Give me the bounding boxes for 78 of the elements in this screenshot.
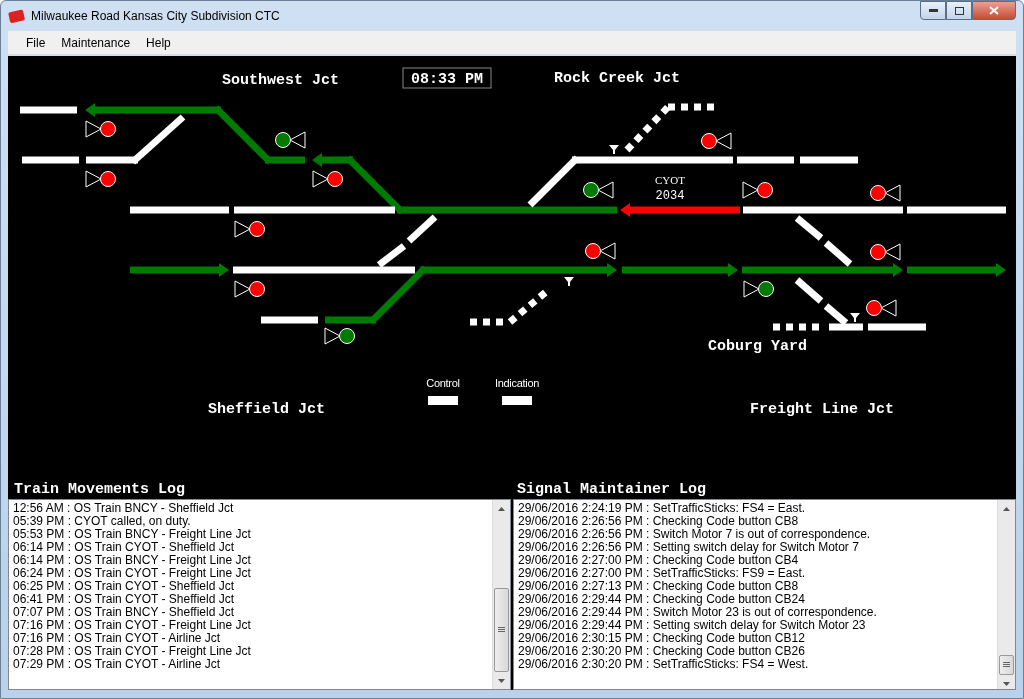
signal-icon[interactable] <box>324 327 355 345</box>
location-label: Rock Creek Jct <box>554 70 681 87</box>
log-title: Signal Maintainer Log <box>516 481 708 498</box>
signal-icon[interactable] <box>234 280 265 298</box>
log-entry: 29/06/2016 2:27:00 PM : SetTrafficSticks: FS9 = East. <box>518 567 807 580</box>
grip-icon <box>498 627 505 633</box>
log-entry: 05:53 PM : OS Train BNCY - Freight Line Jct <box>13 528 252 541</box>
log-entry: 29/06/2016 2:30:20 PM : Checking Code button CB26 <box>518 645 806 658</box>
scroll-thumb[interactable] <box>999 655 1014 675</box>
log-entry: 29/06/2016 2:26:56 PM : Checking Code button CB8 <box>518 515 800 528</box>
location-label: Sheffield Jct <box>208 401 326 418</box>
log-entry: 06:24 PM : OS Train CYOT - Freight Line Jct <box>13 567 252 580</box>
close-icon <box>989 6 999 15</box>
log-title: Train Movements Log <box>13 481 187 498</box>
signal-icon[interactable] <box>583 181 614 199</box>
switch-marker-icon <box>564 277 574 286</box>
signal-icon[interactable] <box>870 243 901 261</box>
log-entry: 29/06/2016 2:29:44 PM : Setting switch delay for Switch Motor 23 <box>518 619 866 632</box>
scroll-down-icon <box>498 678 505 683</box>
signal-icon[interactable] <box>742 181 773 199</box>
log-entry: 06:41 PM : OS Train CYOT - Sheffield Jct <box>13 593 235 606</box>
clock: 08:33 PM <box>402 67 492 89</box>
signal-icon[interactable] <box>85 170 116 188</box>
log-entry: 29/06/2016 2:27:00 PM : Checking Code button CB4 <box>518 554 800 567</box>
scroll-up-icon <box>498 506 505 511</box>
signal-icon[interactable] <box>275 131 306 149</box>
minimize-icon <box>928 9 938 12</box>
log-entry: 29/06/2016 2:30:15 PM : Checking Code button CB12 <box>518 632 806 645</box>
menu-item[interactable]: Maintenance <box>53 35 139 50</box>
location-label: Freight Line Jct <box>750 401 895 418</box>
location-label: Southwest Jct <box>222 72 340 89</box>
window-title: Milwaukee Road Kansas City Subdivision CTC <box>31 9 280 23</box>
legend-label: Indication <box>494 377 540 389</box>
log-entry: 07:07 PM : OS Train BNCY - Sheffield Jct <box>13 606 235 619</box>
menu-item[interactable]: Help <box>138 35 179 50</box>
menu-item[interactable]: File <box>18 35 54 50</box>
log-entry: 29/06/2016 2:27:13 PM : Checking Code button CB8 <box>518 580 800 593</box>
signal-icon[interactable] <box>312 170 343 188</box>
close-button[interactable] <box>972 1 1016 20</box>
maximize-button[interactable] <box>946 1 972 20</box>
log-entry: 07:29 PM : OS Train CYOT - Airline Jct <box>13 658 222 671</box>
switch-marker-icon <box>609 145 619 154</box>
log-entry: 29/06/2016 2:24:19 PM : SetTrafficSticks: FS4 = East. <box>518 502 807 515</box>
legend-swatch[interactable] <box>428 396 458 405</box>
signal-icon[interactable] <box>870 184 901 202</box>
minimize-button[interactable] <box>920 1 946 20</box>
legend-label: Control <box>426 377 460 389</box>
location-label: Coburg Yard <box>708 338 808 355</box>
log-entry: 05:39 PM : CYOT called, on duty. <box>13 515 192 528</box>
signal-icon[interactable] <box>701 132 732 150</box>
log-entry: 07:16 PM : OS Train CYOT - Freight Line Jct <box>13 619 252 632</box>
scroll-up-icon <box>1003 506 1010 511</box>
log-entry: 29/06/2016 2:30:20 PM : SetTrafficSticks: FS4 = West. <box>518 658 810 671</box>
log-entry: 06:25 PM : OS Train CYOT - Sheffield Jct <box>13 580 235 593</box>
grip-icon <box>1003 662 1010 668</box>
scrollbar[interactable] <box>492 500 510 689</box>
maximize-icon <box>954 6 964 15</box>
log-entry: 12:56 AM : OS Train BNCY - Sheffield Jct <box>13 502 235 515</box>
log-entry: 29/06/2016 2:29:44 PM : Checking Code button CB24 <box>518 593 806 606</box>
log-entry: 07:16 PM : OS Train CYOT - Airline Jct <box>13 632 222 645</box>
log-entry: 29/06/2016 2:29:44 PM : Switch Motor 23 is out of correspondence. <box>518 606 878 619</box>
signal-icon[interactable] <box>585 242 616 260</box>
log-entry: 06:14 PM : OS Train CYOT - Sheffield Jct <box>13 541 235 554</box>
signal-icon[interactable] <box>743 280 774 298</box>
scroll-down-icon <box>1003 681 1010 686</box>
scrollbar[interactable] <box>997 500 1015 689</box>
signal-icon[interactable] <box>866 299 897 317</box>
signal-icon[interactable] <box>85 120 116 138</box>
log-entry: 07:28 PM : OS Train CYOT - Freight Line Jct <box>13 645 252 658</box>
log-entry: 29/06/2016 2:26:56 PM : Switch Motor 7 is out of correspondence. <box>518 528 872 541</box>
train-number: 2034 <box>655 189 685 203</box>
signal-icon[interactable] <box>234 220 265 238</box>
scroll-thumb[interactable] <box>494 588 509 672</box>
train-symbol: CYOT <box>655 174 685 186</box>
legend-swatch[interactable] <box>502 396 532 405</box>
log-entry: 06:14 PM : OS Train BNCY - Freight Line Jct <box>13 554 252 567</box>
app-icon <box>8 8 25 24</box>
log-entry: 29/06/2016 2:26:56 PM : Setting switch delay for Switch Motor 7 <box>518 541 859 554</box>
